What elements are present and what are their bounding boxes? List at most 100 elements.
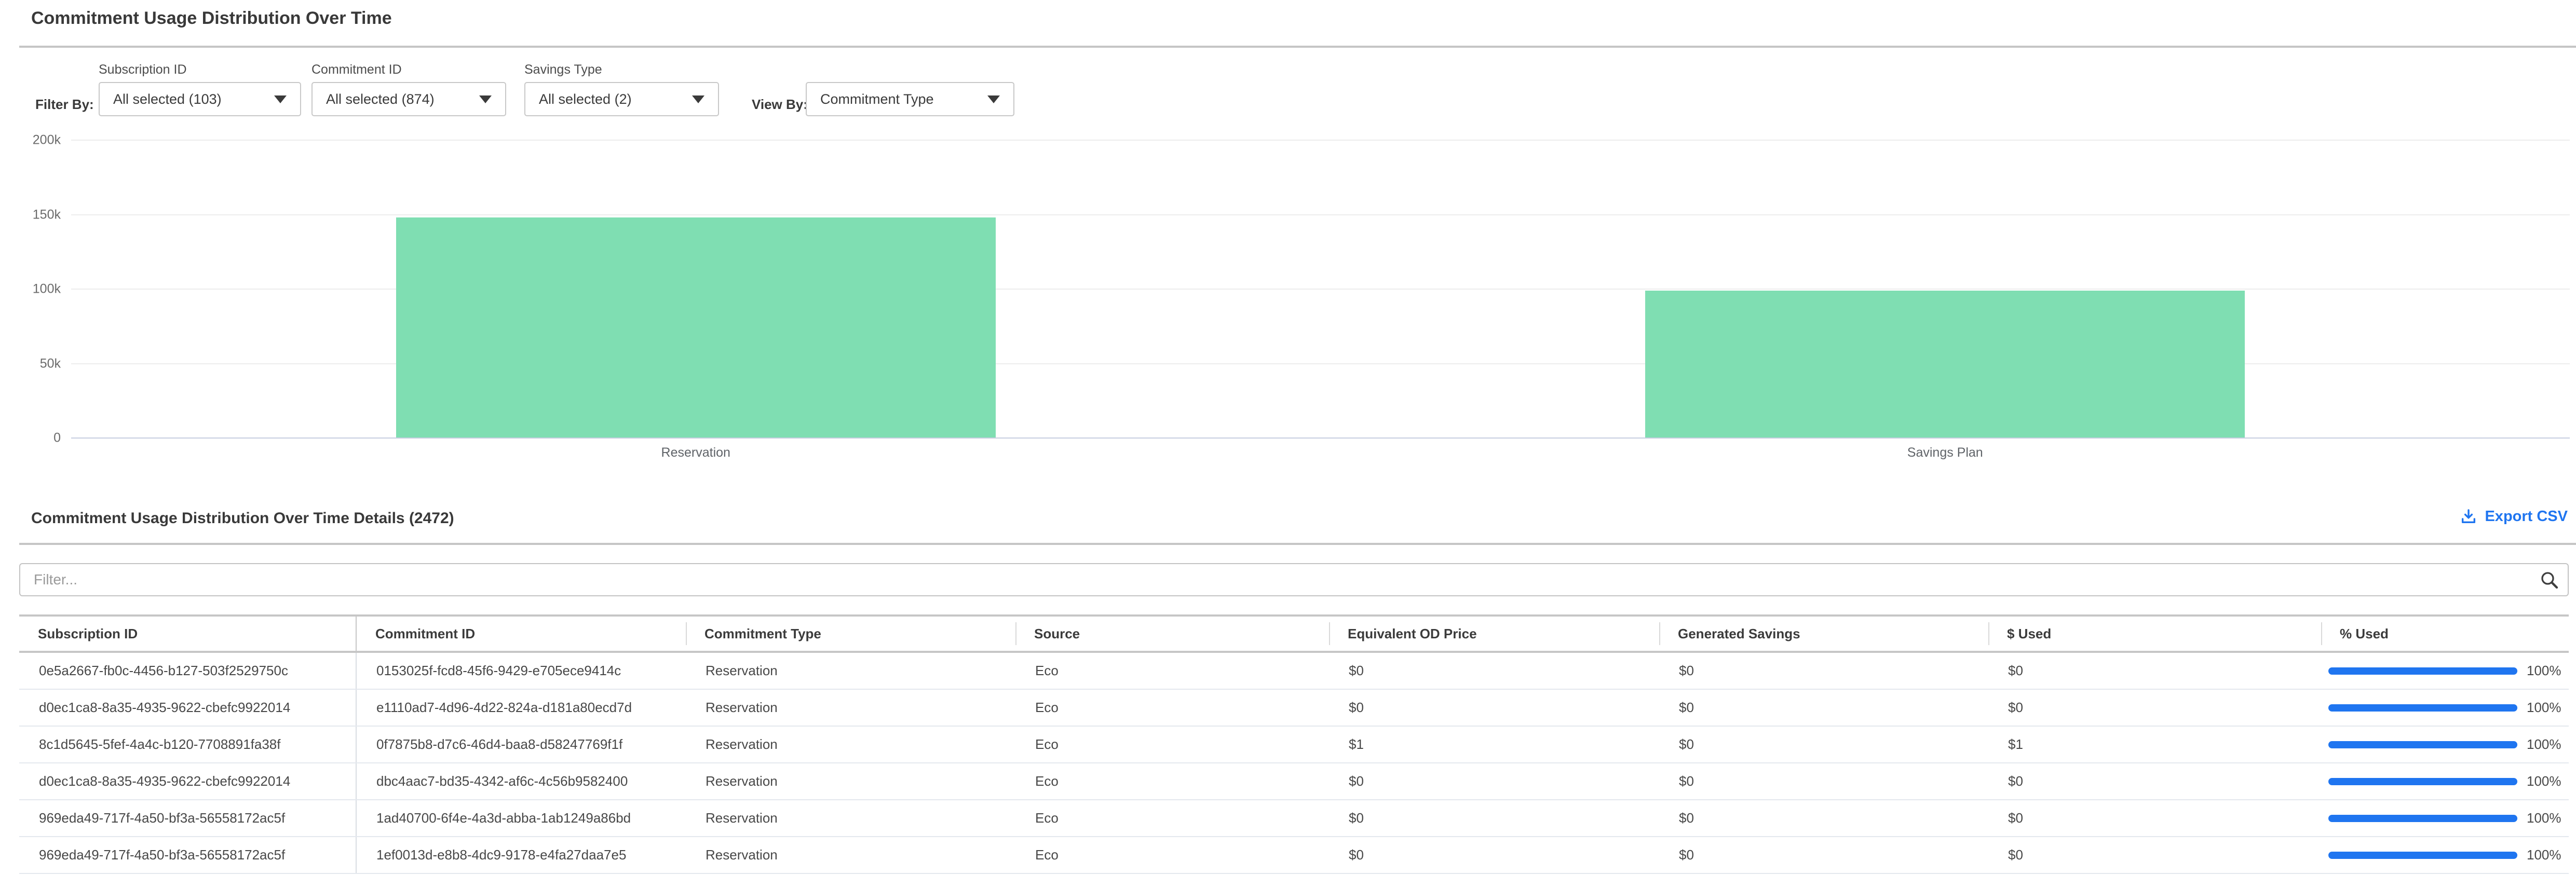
percent-used-progress-bar [2328, 704, 2517, 712]
filter-group-savings-type: Savings Type All selected (2) [524, 62, 719, 116]
savings-type-dropdown-value: All selected (2) [539, 91, 683, 107]
column-header-commitment-id: Commitment ID [357, 617, 686, 651]
percent-used-label: 100% [2527, 736, 2561, 753]
cell-subscription-id: 969eda49-717f-4a50-bf3a-56558172ac5f [19, 837, 357, 873]
cell-used: $0 [1988, 653, 2321, 689]
search-icon[interactable] [2539, 569, 2559, 590]
section-divider [19, 543, 2576, 545]
page-title: Commitment Usage Distribution Over Time [31, 8, 392, 29]
cell-used-percent: 100% [2321, 800, 2569, 836]
details-table: Subscription ID Commitment ID Commitment… [19, 614, 2569, 874]
chevron-down-icon [987, 95, 1000, 103]
table-row: 969eda49-717f-4a50-bf3a-56558172ac5f1ad4… [19, 800, 2569, 837]
table-filter-input[interactable] [19, 563, 2569, 596]
y-axis-tick-label: 100k [33, 282, 61, 297]
gridline [71, 140, 2570, 141]
cell-source: Eco [1015, 763, 1329, 799]
cell-equivalent-od-price: $0 [1329, 800, 1659, 836]
cell-used-percent: 100% [2321, 653, 2569, 689]
percent-used-label: 100% [2527, 810, 2561, 826]
table-row: d0ec1ca8-8a35-4935-9622-cbefc9922014e111… [19, 690, 2569, 727]
view-by-dropdown-value: Commitment Type [820, 91, 978, 107]
section-divider [19, 46, 2576, 48]
column-header-percent-used: % Used [2321, 617, 2569, 651]
cell-equivalent-od-price: $0 [1329, 690, 1659, 726]
table-row: 0e5a2667-fb0c-4456-b127-503f2529750c0153… [19, 653, 2569, 690]
cell-commitment-id: 1ad40700-6f4e-4a3d-abba-1ab1249a86bd [357, 800, 686, 836]
chevron-down-icon [692, 95, 704, 103]
percent-used-progress-bar [2328, 667, 2517, 675]
export-csv-label: Export CSV [2485, 508, 2568, 525]
chart-plot-area: 050k100k150k200k [71, 140, 2570, 438]
subscription-id-dropdown-value: All selected (103) [113, 91, 265, 107]
cell-source: Eco [1015, 727, 1329, 762]
percent-used-progress-bar [2328, 778, 2517, 785]
percent-used-label: 100% [2527, 773, 2561, 789]
view-by-label: View By: [752, 97, 808, 113]
percent-used-progress-bar [2328, 815, 2517, 822]
subscription-id-dropdown[interactable]: All selected (103) [99, 82, 301, 116]
cell-equivalent-od-price: $0 [1329, 837, 1659, 873]
cell-commitment-id: 0f7875b8-d7c6-46d4-baa8-d58247769f1f [357, 727, 686, 762]
cell-used: $0 [1988, 690, 2321, 726]
details-title: Commitment Usage Distribution Over Time … [31, 510, 454, 527]
bar-reservation[interactable] [396, 217, 996, 438]
cell-source: Eco [1015, 653, 1329, 689]
cell-used-percent: 100% [2321, 837, 2569, 873]
cell-used: $0 [1988, 800, 2321, 836]
y-axis-tick-label: 200k [33, 133, 61, 148]
cell-subscription-id: d0ec1ca8-8a35-4935-9622-cbefc9922014 [19, 690, 357, 726]
cell-generated-savings: $0 [1659, 837, 1988, 873]
commitment-id-label: Commitment ID [311, 62, 506, 78]
savings-type-label: Savings Type [524, 62, 719, 78]
cell-commitment-id: e1110ad7-4d96-4d22-824a-d181a80ecd7d [357, 690, 686, 726]
percent-used-label: 100% [2527, 663, 2561, 679]
commitment-id-dropdown[interactable]: All selected (874) [311, 82, 506, 116]
cell-used: $0 [1988, 837, 2321, 873]
cell-used-percent: 100% [2321, 690, 2569, 726]
table-row: d0ec1ca8-8a35-4935-9622-cbefc9922014dbc4… [19, 763, 2569, 800]
cell-generated-savings: $0 [1659, 653, 1988, 689]
gridline [71, 214, 2570, 215]
y-axis-tick-label: 150k [33, 207, 61, 222]
cell-source: Eco [1015, 690, 1329, 726]
savings-type-dropdown[interactable]: All selected (2) [524, 82, 719, 116]
export-csv-button[interactable]: Export CSV [2460, 508, 2568, 525]
percent-used-progress-bar [2328, 741, 2517, 748]
cell-source: Eco [1015, 837, 1329, 873]
cell-generated-savings: $0 [1659, 763, 1988, 799]
table-filter [19, 563, 2569, 596]
cell-equivalent-od-price: $0 [1329, 763, 1659, 799]
column-header-generated-savings: Generated Savings [1659, 617, 1988, 651]
view-by-dropdown[interactable]: Commitment Type [806, 82, 1014, 116]
cell-equivalent-od-price: $0 [1329, 653, 1659, 689]
column-header-source: Source [1015, 617, 1329, 651]
percent-used-label: 100% [2527, 847, 2561, 863]
cell-used-percent: 100% [2321, 763, 2569, 799]
column-header-dollar-used: $ Used [1988, 617, 2321, 651]
cell-commitment-type: Reservation [686, 653, 1015, 689]
subscription-id-label: Subscription ID [99, 62, 301, 78]
cell-commitment-id: 0153025f-fcd8-45f6-9429-e705ece9414c [357, 653, 686, 689]
cell-source: Eco [1015, 800, 1329, 836]
column-header-commitment-type: Commitment Type [686, 617, 1015, 651]
filter-by-label: Filter By: [35, 97, 94, 113]
chevron-down-icon [479, 95, 492, 103]
cell-commitment-type: Reservation [686, 837, 1015, 873]
x-axis-category-label: Savings Plan [1907, 445, 1983, 460]
cell-commitment-id: dbc4aac7-bd35-4342-af6c-4c56b9582400 [357, 763, 686, 799]
table-row: 969eda49-717f-4a50-bf3a-56558172ac5f1ef0… [19, 837, 2569, 874]
bar-savings-plan[interactable] [1645, 291, 2245, 438]
table-header-row: Subscription ID Commitment ID Commitment… [19, 614, 2569, 653]
cell-generated-savings: $0 [1659, 727, 1988, 762]
y-axis-tick-label: 50k [40, 356, 61, 371]
chevron-down-icon [274, 95, 287, 103]
filter-group-commitment-id: Commitment ID All selected (874) [311, 62, 506, 116]
column-header-equivalent-od-price: Equivalent OD Price [1329, 617, 1659, 651]
column-header-subscription-id: Subscription ID [19, 617, 357, 651]
cell-used: $1 [1988, 727, 2321, 762]
cell-commitment-type: Reservation [686, 800, 1015, 836]
download-icon [2460, 508, 2477, 525]
x-axis-line [71, 438, 2570, 439]
cell-commitment-type: Reservation [686, 763, 1015, 799]
